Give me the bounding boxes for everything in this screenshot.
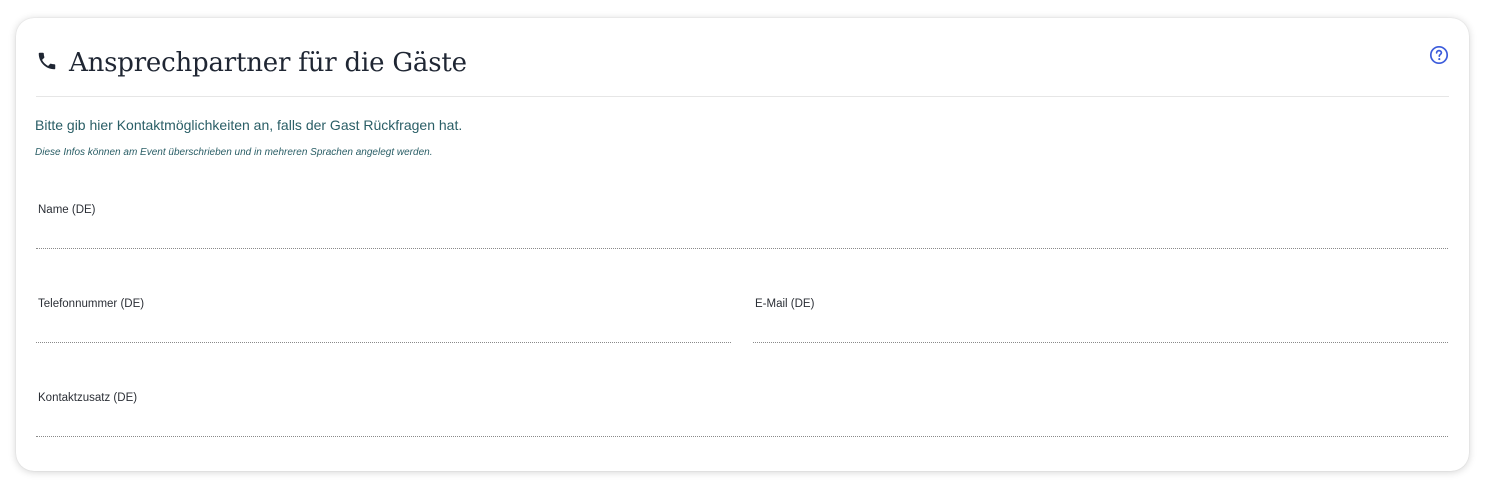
phone-icon [38,52,56,70]
phone-input[interactable] [36,317,731,343]
name-input[interactable] [36,223,1448,249]
contact-subhint: Diese Infos können am Event überschriebe… [35,147,433,158]
contact-hint: Bitte gib hier Kontaktmöglichkeiten an, … [35,117,463,133]
question-circle-icon[interactable] [1429,45,1449,65]
name-field: Name (DE) [36,204,1448,249]
contact-card: Ansprechpartner für die Gäste Bitte gib … [16,18,1469,471]
contact-extra-label: Kontaktzusatz (DE) [38,392,138,404]
email-input[interactable] [753,317,1448,343]
card-title: Ansprechpartner für die Gäste [69,48,467,78]
phone-label: Telefonnummer (DE) [38,298,145,310]
contact-extra-input[interactable] [36,411,1448,437]
contact-extra-field: Kontaktzusatz (DE) [36,392,1448,437]
card-header: Ansprechpartner für die Gäste [36,46,1449,97]
email-field: E-Mail (DE) [753,298,1448,343]
phone-field: Telefonnummer (DE) [36,298,731,343]
name-label: Name (DE) [38,204,96,216]
email-label: E-Mail (DE) [755,298,815,310]
